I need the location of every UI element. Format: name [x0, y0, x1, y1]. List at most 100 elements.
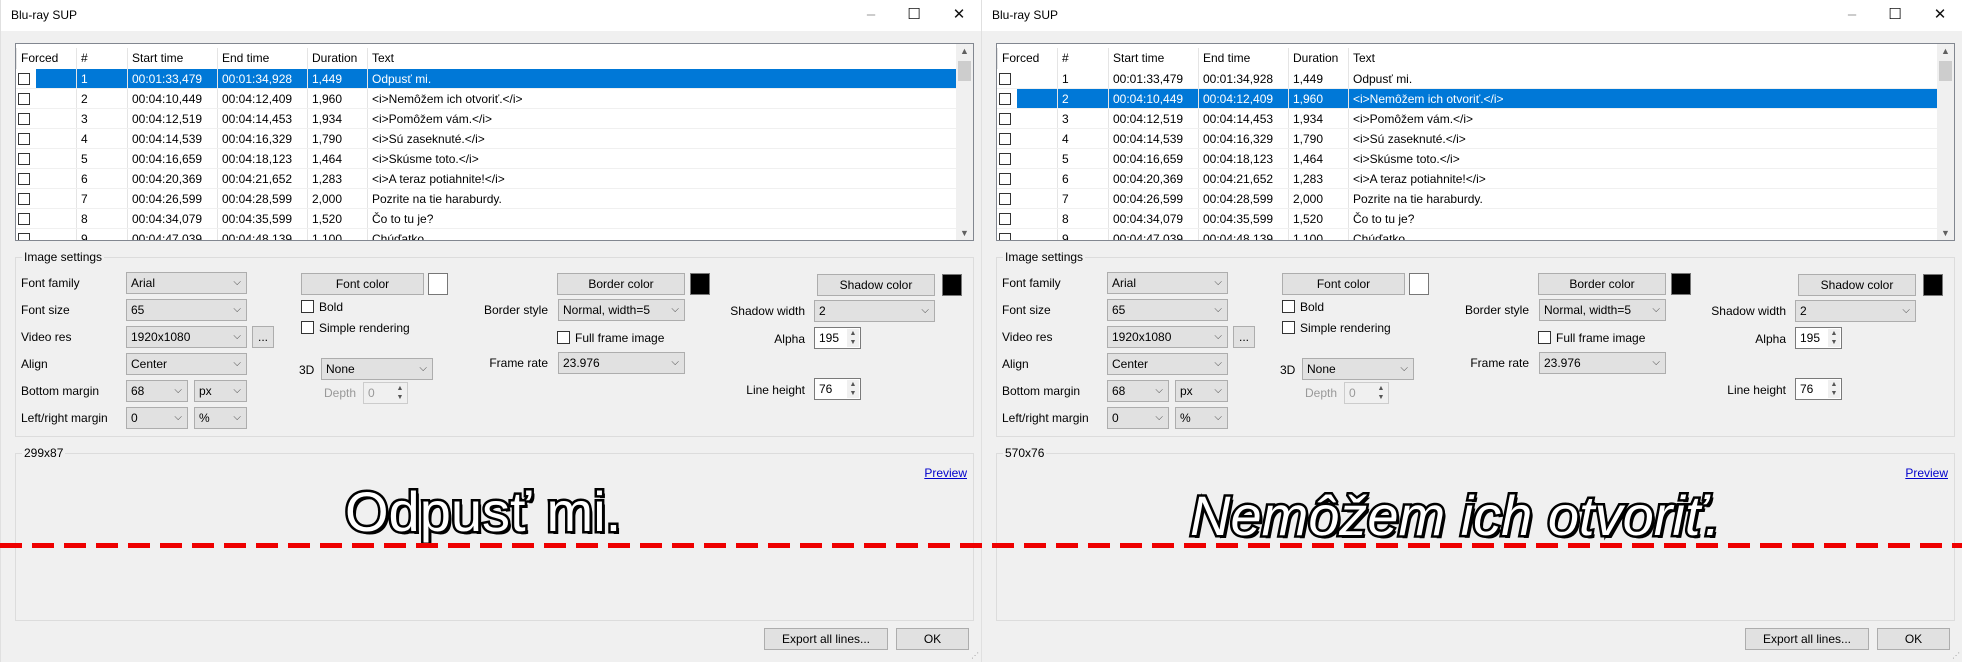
column-header[interactable]: #	[1057, 48, 1108, 69]
font-size-select[interactable]: 65 ⌵	[126, 299, 247, 321]
forced-checkbox[interactable]	[999, 113, 1011, 125]
subtitle-list[interactable]: Forced # Start time End time Duration Text 1 00…	[15, 43, 974, 241]
video-res-select[interactable]: 1920x1080 ⌵	[126, 326, 247, 348]
bold-checkbox[interactable]: Bold	[1282, 300, 1324, 314]
frame-rate-select[interactable]: 23.976 ⌵	[1539, 352, 1666, 374]
forced-checkbox[interactable]	[999, 133, 1011, 145]
checkbox-box[interactable]	[1538, 331, 1551, 344]
shadow-color-button[interactable]: Shadow color	[1798, 274, 1916, 296]
video-res-select[interactable]: 1920x1080 ⌵	[1107, 326, 1228, 348]
scrollbar-thumb[interactable]	[958, 61, 971, 81]
table-row[interactable]: 9 00:04:47,039 00:04:48,139 1,100 Chúďatko.	[16, 229, 957, 240]
table-row[interactable]: 8 00:04:34,079 00:04:35,599 1,520 Čo to tu j…	[997, 209, 1938, 229]
font-color-swatch[interactable]	[1409, 273, 1429, 295]
column-header[interactable]: Start time	[1108, 48, 1198, 69]
forced-checkbox[interactable]	[18, 113, 30, 125]
checkbox-box[interactable]	[301, 300, 314, 313]
column-header[interactable]: #	[76, 48, 127, 69]
minimize-icon[interactable]: –	[856, 4, 886, 26]
font-color-button[interactable]: Font color	[1282, 273, 1405, 295]
table-row[interactable]: 8 00:04:34,079 00:04:35,599 1,520 Čo to tu j…	[16, 209, 957, 229]
border-color-button[interactable]: Border color	[557, 273, 685, 295]
forced-checkbox[interactable]	[18, 233, 30, 240]
ok-button[interactable]: OK	[896, 628, 969, 650]
maximize-icon[interactable]: ☐	[899, 4, 929, 26]
table-row[interactable]: 7 00:04:26,599 00:04:28,599 2,000 Pozrite na…	[16, 189, 957, 209]
table-row[interactable]: 2 00:04:10,449 00:04:12,409 1,960 <i>Nemôžem…	[16, 89, 957, 109]
maximize-icon[interactable]: ☐	[1880, 4, 1910, 26]
shadow-color-swatch[interactable]	[942, 274, 962, 296]
frame-rate-select[interactable]: 23.976 ⌵	[558, 352, 685, 374]
lr-margin-unit-select[interactable]: % ⌵	[194, 407, 247, 429]
shadow-color-button[interactable]: Shadow color	[817, 274, 935, 296]
bottom-margin-select[interactable]: 68 ⌵	[126, 380, 188, 402]
table-row[interactable]: 3 00:04:12,519 00:04:14,453 1,934 <i>Pomôžem…	[16, 109, 957, 129]
table-row[interactable]: 1 00:01:33,479 00:01:34,928 1,449 Odpusť mi.	[997, 69, 1938, 89]
font-color-button[interactable]: Font color	[301, 273, 424, 295]
simple-rendering-checkbox[interactable]: Simple rendering	[301, 321, 410, 335]
table-row[interactable]: 6 00:04:20,369 00:04:21,652 1,283 <i>A teraz…	[997, 169, 1938, 189]
lr-margin-unit-select[interactable]: % ⌵	[1175, 407, 1228, 429]
export-all-lines-button[interactable]: Export all lines...	[764, 628, 888, 650]
scroll-down-icon[interactable]: ▼	[956, 228, 973, 238]
table-row[interactable]: 2 00:04:10,449 00:04:12,409 1,960 <i>Nemôžem…	[997, 89, 1938, 109]
border-style-select[interactable]: Normal, width=5 ⌵	[1539, 299, 1666, 321]
table-row[interactable]: 4 00:04:14,539 00:04:16,329 1,790 <i>Sú zase…	[16, 129, 957, 149]
forced-checkbox[interactable]	[18, 73, 30, 85]
vertical-scrollbar[interactable]: ▲ ▼	[1937, 44, 1954, 240]
full-frame-image-checkbox[interactable]: Full frame image	[557, 331, 664, 345]
line-height-spinner[interactable]: 76 ▲ ▼	[814, 378, 861, 400]
forced-checkbox[interactable]	[18, 133, 30, 145]
forced-checkbox[interactable]	[18, 213, 30, 225]
column-header[interactable]: Text	[367, 48, 957, 69]
spin-arrows-icon[interactable]: ▲ ▼	[1828, 329, 1840, 347]
shadow-width-select[interactable]: 2 ⌵	[1795, 300, 1916, 322]
lr-margin-select[interactable]: 0 ⌵	[1107, 407, 1169, 429]
checkbox-box[interactable]	[1282, 300, 1295, 313]
border-style-select[interactable]: Normal, width=5 ⌵	[558, 299, 685, 321]
forced-checkbox[interactable]	[999, 173, 1011, 185]
font-family-select[interactable]: Arial ⌵	[1107, 272, 1228, 294]
table-row[interactable]: 7 00:04:26,599 00:04:28,599 2,000 Pozrite na…	[997, 189, 1938, 209]
bottom-margin-unit-select[interactable]: px ⌵	[1175, 380, 1228, 402]
column-header[interactable]: Duration	[307, 48, 367, 69]
full-frame-image-checkbox[interactable]: Full frame image	[1538, 331, 1645, 345]
video-res-more-button[interactable]: ...	[1233, 326, 1255, 348]
alpha-spinner[interactable]: 195 ▲ ▼	[814, 327, 861, 349]
forced-checkbox[interactable]	[999, 213, 1011, 225]
forced-checkbox[interactable]	[999, 193, 1011, 205]
preview-link[interactable]: Preview	[1905, 466, 1948, 480]
column-header[interactable]: Forced	[997, 48, 1057, 69]
vertical-scrollbar[interactable]: ▲ ▼	[956, 44, 973, 240]
spin-arrows-icon[interactable]: ▲ ▼	[1828, 380, 1840, 398]
font-size-select[interactable]: 65 ⌵	[1107, 299, 1228, 321]
table-row[interactable]: 1 00:01:33,479 00:01:34,928 1,449 Odpusť mi.	[16, 69, 957, 89]
forced-checkbox[interactable]	[999, 93, 1011, 105]
table-row[interactable]: 3 00:04:12,519 00:04:14,453 1,934 <i>Pomôžem…	[997, 109, 1938, 129]
checkbox-box[interactable]	[557, 331, 570, 344]
preview-link[interactable]: Preview	[924, 466, 967, 480]
column-header[interactable]: End time	[217, 48, 307, 69]
bottom-margin-select[interactable]: 68 ⌵	[1107, 380, 1169, 402]
table-row[interactable]: 6 00:04:20,369 00:04:21,652 1,283 <i>A teraz…	[16, 169, 957, 189]
scroll-down-icon[interactable]: ▼	[1937, 228, 1954, 238]
minimize-icon[interactable]: –	[1837, 4, 1867, 26]
ok-button[interactable]: OK	[1877, 628, 1950, 650]
table-row[interactable]: 4 00:04:14,539 00:04:16,329 1,790 <i>Sú zase…	[997, 129, 1938, 149]
border-color-swatch[interactable]	[1671, 273, 1691, 295]
forced-checkbox[interactable]	[999, 73, 1011, 85]
bottom-margin-unit-select[interactable]: px ⌵	[194, 380, 247, 402]
border-color-button[interactable]: Border color	[1538, 273, 1666, 295]
forced-checkbox[interactable]	[18, 93, 30, 105]
forced-checkbox[interactable]	[999, 233, 1011, 240]
close-icon[interactable]: ✕	[1925, 4, 1955, 26]
column-header[interactable]: Start time	[127, 48, 217, 69]
video-res-more-button[interactable]: ...	[252, 326, 274, 348]
resize-grip-icon[interactable]: ⋰	[971, 651, 979, 660]
spin-arrows-icon[interactable]: ▲ ▼	[847, 380, 859, 398]
shadow-color-swatch[interactable]	[1923, 274, 1943, 296]
line-height-spinner[interactable]: 76 ▲ ▼	[1795, 378, 1842, 400]
subtitle-list[interactable]: Forced # Start time End time Duration Text 1 00…	[996, 43, 1955, 241]
spin-arrows-icon[interactable]: ▲ ▼	[847, 329, 859, 347]
three-d-select[interactable]: None ⌵	[1302, 358, 1414, 380]
